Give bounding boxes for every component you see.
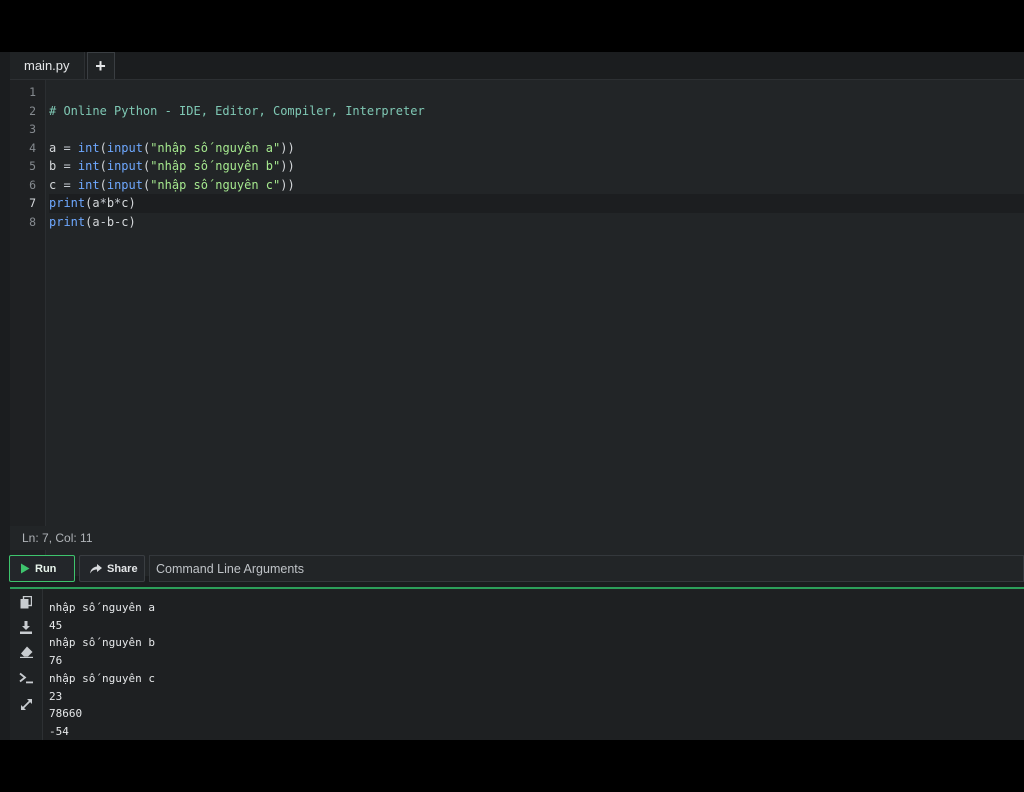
- code-token: (a: [85, 214, 100, 229]
- code-line[interactable]: print(a-b-c): [49, 213, 1024, 232]
- code-token: b: [106, 214, 115, 229]
- terminal-icon[interactable]: [19, 671, 33, 685]
- command-line-arguments-input[interactable]: [149, 555, 1024, 582]
- output-line: -54: [49, 724, 69, 738]
- code-token: (: [99, 177, 107, 192]
- code-token: )): [280, 159, 295, 173]
- output-line: 45: [49, 618, 63, 632]
- code-line[interactable]: b = int(input("nhập số nguyên b")): [49, 157, 1024, 176]
- line-number: 5: [29, 159, 36, 173]
- code-token: *: [99, 196, 107, 210]
- code-token: =: [63, 140, 71, 155]
- share-button[interactable]: Share: [79, 555, 145, 582]
- share-label: Share: [107, 562, 138, 575]
- download-icon[interactable]: [19, 620, 33, 634]
- run-toolbar: Run Share: [9, 555, 1024, 582]
- code-line[interactable]: # Online Python - IDE, Editor, Compiler,…: [49, 102, 1024, 121]
- tab-main-py[interactable]: main.py: [10, 52, 85, 79]
- code-token: =: [63, 177, 71, 192]
- run-button[interactable]: Run: [9, 555, 75, 582]
- code-line[interactable]: a = int(input("nhập số nguyên a")): [49, 139, 1024, 158]
- copy-icon[interactable]: [19, 595, 33, 609]
- output-console: nhập số nguyên a 45 nhập số nguyên b 76 nhập…: [10, 587, 1024, 740]
- line-number: 3: [29, 122, 36, 136]
- code-token: int: [77, 177, 100, 192]
- online-python-ide: main.py + 12345678 # Online Python - IDE…: [0, 52, 1024, 740]
- add-file-button[interactable]: +: [86, 52, 115, 79]
- code-token: -: [99, 214, 107, 229]
- line-number: 7: [29, 196, 36, 210]
- line-number: 1: [29, 85, 36, 99]
- line-number-gutter: 1 2 3 4 5 6 7 8: [10, 80, 46, 576]
- code-area[interactable]: # Online Python - IDE, Editor, Compiler,…: [49, 80, 1024, 576]
- code-token: b: [106, 196, 115, 210]
- console-output-text: nhập số nguyên a 45 nhập số nguyên b 76 nhập…: [49, 599, 155, 740]
- line-number: 6: [29, 177, 36, 192]
- code-line[interactable]: [49, 83, 1024, 102]
- play-icon: [20, 563, 30, 574]
- line-number: 4: [29, 140, 36, 155]
- expand-icon[interactable]: [19, 697, 33, 711]
- code-token: print: [49, 196, 86, 210]
- code-token: a: [49, 140, 64, 155]
- output-line: nhập số nguyên a: [49, 601, 155, 614]
- code-token: )): [280, 140, 295, 155]
- code-token: (: [99, 159, 107, 173]
- output-line: nhập số nguyên c: [49, 671, 155, 685]
- code-token: c: [49, 177, 64, 192]
- code-line[interactable]: [49, 120, 1024, 139]
- output-line: 23: [49, 689, 63, 703]
- code-editor[interactable]: 1 2 3 4 5 6 7 8 # Online Python - IDE, Editor, …: [10, 80, 1024, 576]
- tab-label: main.py: [24, 58, 70, 73]
- code-token: "nhập số nguyên a": [150, 140, 281, 155]
- file-tab-bar: main.py +: [10, 52, 1024, 80]
- code-line[interactable]: c = int(input("nhập số nguyên c")): [49, 176, 1024, 195]
- console-sidebar: [10, 589, 43, 740]
- code-token: =: [63, 159, 71, 173]
- code-token: (a: [85, 196, 100, 210]
- eraser-icon[interactable]: [19, 645, 33, 659]
- code-token: # Online Python - IDE, Editor, Compiler,…: [49, 103, 425, 118]
- line-number: 2: [29, 103, 36, 118]
- code-token: input: [106, 140, 143, 155]
- line-number: 8: [29, 214, 36, 229]
- output-line: nhập số nguyên b: [49, 636, 155, 650]
- code-token: int: [77, 140, 100, 155]
- code-token: )): [280, 177, 295, 192]
- code-token: "nhập số nguyên c": [150, 177, 281, 192]
- code-token: b: [49, 159, 64, 173]
- code-token: print: [49, 214, 86, 229]
- output-line: 76: [49, 654, 63, 668]
- output-line: 78660: [49, 707, 83, 721]
- cursor-position-text: Ln: 7, Col: 11: [22, 531, 93, 545]
- code-token: int: [77, 159, 100, 173]
- share-icon: [90, 563, 102, 574]
- code-token: c): [121, 214, 136, 229]
- code-token: c): [121, 196, 136, 210]
- cursor-position-status: Ln: 7, Col: 11: [10, 526, 1024, 550]
- plus-icon: +: [95, 55, 106, 76]
- code-token: "nhập số nguyên b": [150, 159, 281, 173]
- code-token: (: [99, 140, 107, 155]
- code-token: input: [106, 177, 143, 192]
- code-token: input: [106, 159, 143, 173]
- run-label: Run: [35, 562, 57, 575]
- code-line[interactable]: print(a*b*c): [49, 194, 1024, 213]
